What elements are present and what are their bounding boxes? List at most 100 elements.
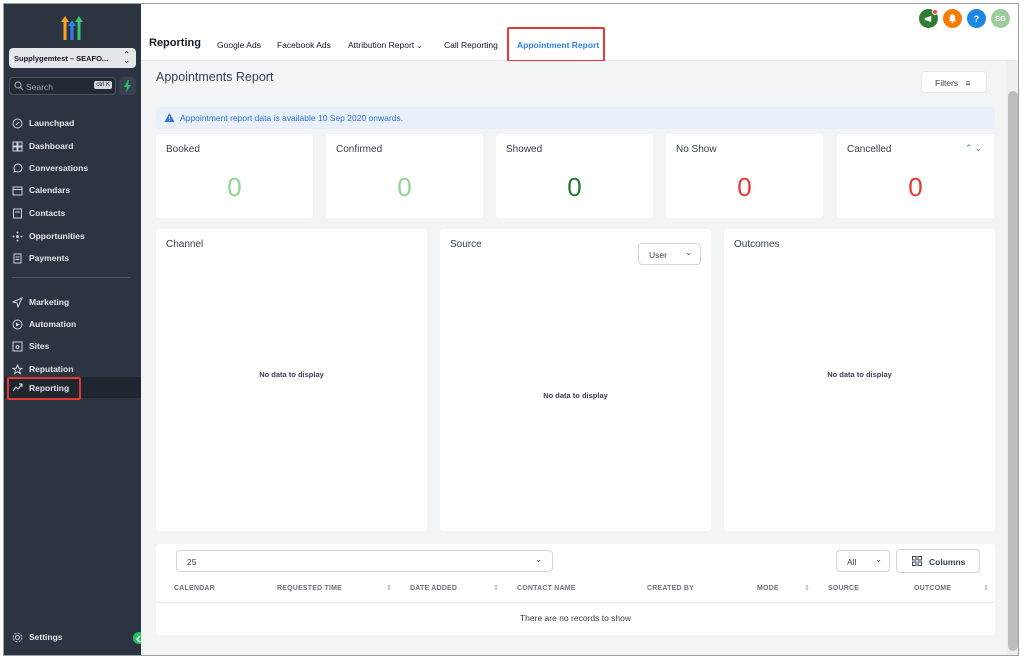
sort-icon[interactable]: ⇕ bbox=[804, 584, 810, 592]
section-title: Reporting bbox=[149, 37, 201, 49]
tab-label: Attribution Report bbox=[348, 40, 415, 50]
sidebar-item-payments[interactable]: Payments bbox=[12, 250, 69, 266]
bell-icon bbox=[948, 14, 957, 24]
sidebar-item-calendars[interactable]: Calendars bbox=[12, 182, 70, 198]
sidebar-search[interactable]: Search ctrl K bbox=[9, 77, 116, 95]
top-icons: ? SG bbox=[919, 9, 1010, 28]
stat-value: 0 bbox=[567, 172, 582, 202]
sidebar-item-launchpad[interactable]: Launchpad bbox=[12, 115, 74, 131]
appointments-table: 25 ⌄ All ⌄ Columns CALENDAR REQUESTED TI… bbox=[156, 544, 995, 635]
sites-icon bbox=[12, 341, 23, 351]
sidebar-item-sites[interactable]: Sites bbox=[12, 338, 49, 354]
search-shortcut: ctrl K bbox=[94, 81, 112, 89]
info-banner: Appointment report data is available 10 … bbox=[156, 107, 995, 129]
stat-label: Confirmed bbox=[336, 144, 383, 155]
sidebar-item-label: Opportunities bbox=[29, 231, 85, 241]
sidebar-item-dashboard[interactable]: Dashboard bbox=[12, 138, 73, 154]
info-banner-text: Appointment report data is available 10 … bbox=[180, 113, 404, 123]
stat-card-showed: Showed 0 bbox=[496, 134, 653, 218]
chevron-down-icon: ⌄ bbox=[535, 555, 542, 564]
sidebar-item-conversations[interactable]: Conversations bbox=[12, 160, 88, 176]
avatar-initials: SG bbox=[995, 14, 1006, 23]
bolt-icon bbox=[124, 80, 131, 92]
column-header-contact-name[interactable]: CONTACT NAME bbox=[517, 585, 576, 592]
empty-state: No data to display bbox=[259, 370, 324, 379]
page-size-select[interactable]: 25 ⌄ bbox=[176, 550, 553, 572]
sidebar-item-opportunities[interactable]: Opportunities bbox=[12, 228, 85, 244]
column-header-mode[interactable]: MODE bbox=[757, 585, 779, 592]
rocket-icon bbox=[12, 118, 23, 128]
empty-table-message: There are no records to show bbox=[519, 613, 632, 623]
quick-action-button[interactable] bbox=[119, 77, 136, 95]
record-filter-select[interactable]: All ⌄ bbox=[836, 550, 890, 572]
sidebar-item-automation[interactable]: Automation bbox=[12, 316, 76, 332]
sidebar-item-label: Dashboard bbox=[29, 141, 74, 151]
filters-button[interactable]: Filters ≡ bbox=[921, 71, 987, 93]
select-value: User bbox=[649, 250, 667, 260]
gear-icon bbox=[12, 632, 23, 642]
column-header-outcome[interactable]: OUTCOME bbox=[914, 585, 951, 592]
outcomes-panel: Outcomes No data to display bbox=[724, 229, 995, 531]
tab-attribution-report[interactable]: Attribution Report ⌄ bbox=[348, 40, 422, 50]
sidebar-item-label: Reputation bbox=[29, 364, 74, 374]
sidebar-item-marketing[interactable]: Marketing bbox=[12, 294, 69, 310]
column-header-calendar[interactable]: CALENDAR bbox=[174, 585, 215, 592]
sidebar-item-contacts[interactable]: Contacts bbox=[12, 205, 65, 221]
filter-lines-icon: ≡ bbox=[965, 78, 971, 88]
column-header-date-added[interactable]: DATE ADDED bbox=[410, 585, 457, 592]
sidebar-item-label: Automation bbox=[29, 319, 77, 329]
header-divider bbox=[156, 602, 995, 603]
filters-label: Filters bbox=[935, 78, 959, 88]
search-placeholder: Search bbox=[26, 82, 53, 92]
sidebar-item-label: Sites bbox=[29, 341, 50, 351]
account-name: Supplygemtest – SEAFO... bbox=[14, 54, 109, 63]
stat-label: Cancelled bbox=[847, 144, 892, 155]
calendar-icon bbox=[12, 186, 23, 195]
notifications-button[interactable] bbox=[943, 9, 962, 28]
stat-card-booked: Booked 0 bbox=[156, 134, 313, 218]
logo-icon bbox=[61, 16, 83, 40]
tab-facebook-ads[interactable]: Facebook Ads bbox=[277, 40, 331, 50]
help-icon: ? bbox=[973, 13, 980, 24]
panel-title: Source bbox=[450, 239, 482, 250]
empty-state: No data to display bbox=[543, 391, 608, 400]
sidebar-item-label: Launchpad bbox=[29, 118, 75, 128]
chevron-down-icon: ⌄ bbox=[974, 143, 982, 153]
stat-card-no-show: No Show 0 bbox=[666, 134, 823, 218]
source-type-select[interactable]: User ⌄ bbox=[638, 243, 701, 265]
tab-google-ads[interactable]: Google Ads bbox=[217, 40, 261, 50]
column-header-created-by[interactable]: CREATED BY bbox=[647, 585, 694, 592]
sort-icon[interactable]: ⇕ bbox=[983, 584, 989, 592]
page-scrollbar[interactable] bbox=[1006, 61, 1018, 655]
sidebar-item-label: Conversations bbox=[29, 163, 89, 173]
stat-label: Booked bbox=[166, 144, 200, 155]
column-header-requested-time[interactable]: REQUESTED TIME bbox=[277, 585, 342, 592]
chevron-down-icon: ⌄ bbox=[875, 555, 882, 564]
collapse-stats-button[interactable]: ⌃ ⌄ bbox=[965, 143, 982, 154]
stat-card-cancelled: Cancelled 0 ⌃ ⌄ bbox=[837, 134, 994, 218]
sidebar-item-settings[interactable]: Settings bbox=[12, 629, 63, 645]
chevron-down-icon: ⌄ bbox=[416, 43, 423, 50]
sidebar-item-reputation[interactable]: Reputation bbox=[12, 361, 73, 377]
account-switcher[interactable]: Supplygemtest – SEAFO... ⌃ ⌄ bbox=[9, 48, 136, 68]
reporting-highlight-box bbox=[7, 377, 81, 400]
avatar[interactable]: SG bbox=[991, 9, 1010, 28]
help-button[interactable]: ? bbox=[967, 9, 986, 28]
column-header-source[interactable]: SOURCE bbox=[828, 585, 859, 592]
main-content: Appointments Report Filters ≡ Appointmen… bbox=[141, 61, 1006, 655]
chevron-updown-icon: ⌃ ⌄ bbox=[123, 50, 130, 65]
send-icon bbox=[12, 296, 23, 308]
announcements-button[interactable] bbox=[919, 9, 938, 28]
sort-icon[interactable]: ⇕ bbox=[493, 584, 499, 592]
columns-button[interactable]: Columns bbox=[896, 549, 980, 573]
source-panel: Source User ⌄ No data to display bbox=[440, 229, 711, 531]
tab-call-reporting[interactable]: Call Reporting bbox=[444, 40, 498, 50]
automation-icon bbox=[12, 319, 23, 329]
panel-title: Outcomes bbox=[734, 239, 780, 250]
stat-card-confirmed: Confirmed 0 bbox=[326, 134, 483, 218]
scrollbar-thumb[interactable] bbox=[1008, 91, 1018, 651]
channel-panel: Channel No data to display bbox=[156, 229, 427, 531]
chevron-down-icon: ⌄ bbox=[685, 248, 692, 257]
sort-icon[interactable]: ⇕ bbox=[386, 584, 392, 592]
search-icon bbox=[14, 81, 24, 91]
